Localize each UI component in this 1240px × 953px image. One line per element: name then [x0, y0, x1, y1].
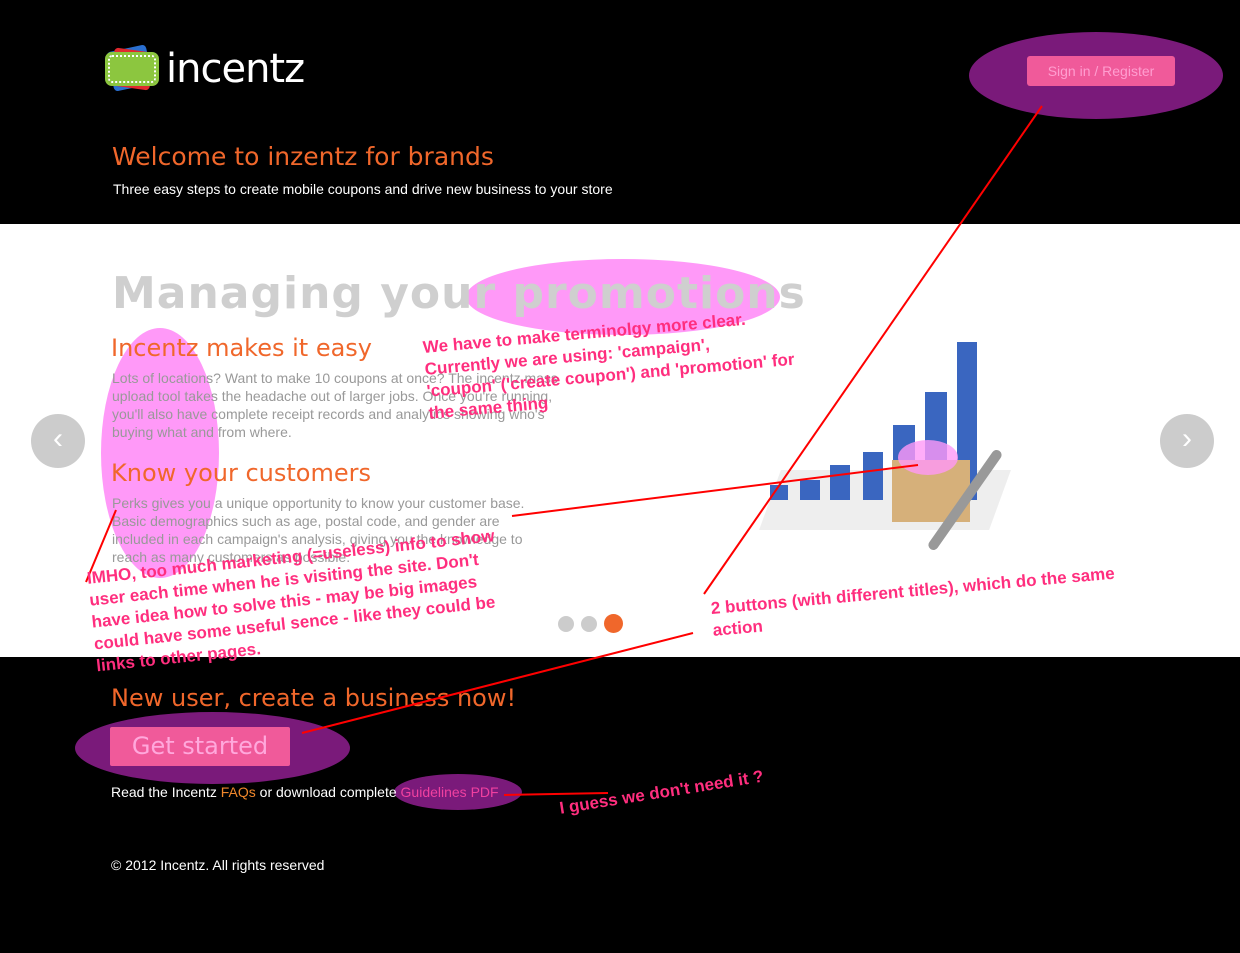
get-started-button[interactable]: Get started [110, 727, 290, 766]
annotation-pdf: I guess we don't need it ? [558, 766, 765, 818]
guidelines-pdf-link[interactable]: Guidelines PDF [401, 784, 499, 800]
welcome-title: Welcome to inzentz for brands [112, 142, 494, 171]
help-line: Read the Incentz FAQs or download comple… [111, 784, 499, 800]
slide-dot[interactable] [581, 615, 597, 632]
logo[interactable]: incentz [105, 44, 305, 92]
help-text: Read the Incentz [111, 784, 221, 800]
tagline: Three easy steps to create mobile coupon… [113, 181, 613, 197]
prev-slide-button[interactable]: ‹ [31, 414, 85, 468]
chart-illustration [759, 340, 1020, 565]
logo-text: incentz [166, 46, 305, 92]
slide-headline: Managing your promotions [112, 268, 806, 319]
slide-dot[interactable] [558, 615, 574, 632]
slide-dot-active[interactable] [604, 614, 623, 633]
section-title: Incentz makes it easy [111, 334, 373, 362]
copyright: © 2012 Incentz. All rights reserved [111, 857, 325, 873]
help-text: or download complete [255, 784, 401, 800]
faqs-link[interactable]: FAQs [221, 784, 256, 800]
slide-pagination [558, 614, 630, 633]
sign-in-register-button[interactable]: Sign in / Register [1027, 56, 1175, 86]
next-slide-button[interactable]: › [1160, 414, 1214, 468]
section-title: Know your customers [111, 459, 372, 487]
cta-title: New user, create a business now! [111, 684, 517, 712]
ticket-icon [105, 44, 159, 92]
